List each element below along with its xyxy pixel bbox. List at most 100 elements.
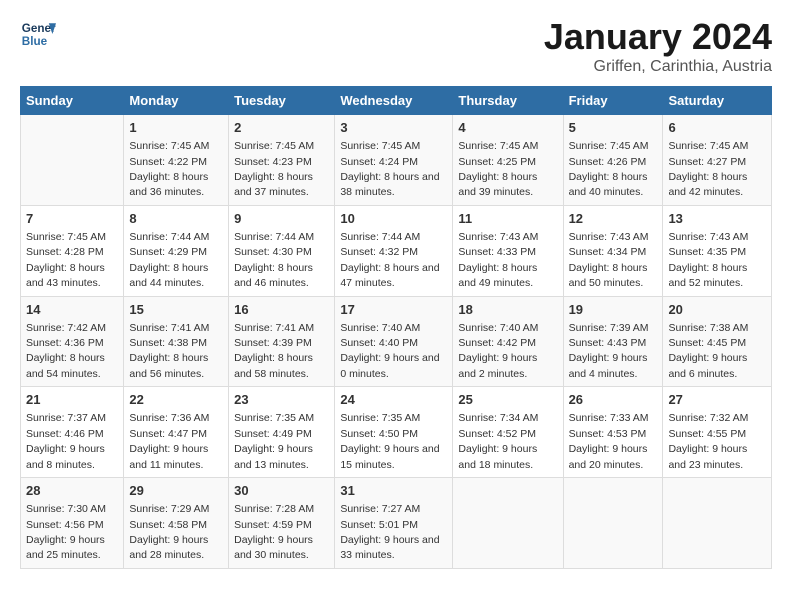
day-cell: 24 Sunrise: 7:35 AM Sunset: 4:50 PM Dayl… <box>335 387 453 478</box>
sunrise: Sunrise: 7:33 AM <box>569 412 649 424</box>
sunrise: Sunrise: 7:45 AM <box>668 140 748 152</box>
daylight: Daylight: 9 hours and 0 minutes. <box>340 352 439 379</box>
day-cell: 13 Sunrise: 7:43 AM Sunset: 4:35 PM Dayl… <box>663 205 772 296</box>
sunset: Sunset: 4:34 PM <box>569 246 647 258</box>
daylight: Daylight: 8 hours and 44 minutes. <box>129 262 208 289</box>
daylight: Daylight: 9 hours and 13 minutes. <box>234 443 313 470</box>
sunrise: Sunrise: 7:43 AM <box>458 231 538 243</box>
day-cell: 20 Sunrise: 7:38 AM Sunset: 4:45 PM Dayl… <box>663 296 772 387</box>
day-number: 10 <box>340 210 447 228</box>
day-number: 8 <box>129 210 223 228</box>
week-row-4: 21 Sunrise: 7:37 AM Sunset: 4:46 PM Dayl… <box>21 387 772 478</box>
daylight: Daylight: 9 hours and 20 minutes. <box>569 443 648 470</box>
day-cell: 7 Sunrise: 7:45 AM Sunset: 4:28 PM Dayli… <box>21 205 124 296</box>
day-number: 11 <box>458 210 557 228</box>
header-row: Sunday Monday Tuesday Wednesday Thursday… <box>21 87 772 115</box>
day-cell: 10 Sunrise: 7:44 AM Sunset: 4:32 PM Dayl… <box>335 205 453 296</box>
sunset: Sunset: 4:33 PM <box>458 246 536 258</box>
subtitle: Griffen, Carinthia, Austria <box>544 58 772 76</box>
sunset: Sunset: 4:36 PM <box>26 337 104 349</box>
day-number: 3 <box>340 119 447 137</box>
col-saturday: Saturday <box>663 87 772 115</box>
week-row-3: 14 Sunrise: 7:42 AM Sunset: 4:36 PM Dayl… <box>21 296 772 387</box>
sunset: Sunset: 4:24 PM <box>340 156 418 168</box>
daylight: Daylight: 8 hours and 54 minutes. <box>26 352 105 379</box>
main-title: January 2024 <box>544 16 772 58</box>
sunset: Sunset: 4:38 PM <box>129 337 207 349</box>
daylight: Daylight: 9 hours and 28 minutes. <box>129 534 208 561</box>
day-cell: 28 Sunrise: 7:30 AM Sunset: 4:56 PM Dayl… <box>21 478 124 569</box>
sunset: Sunset: 4:50 PM <box>340 428 418 440</box>
day-cell: 22 Sunrise: 7:36 AM Sunset: 4:47 PM Dayl… <box>124 387 229 478</box>
sunrise: Sunrise: 7:34 AM <box>458 412 538 424</box>
sunset: Sunset: 4:30 PM <box>234 246 312 258</box>
day-number: 6 <box>668 119 766 137</box>
day-number: 29 <box>129 482 223 500</box>
sunset: Sunset: 4:47 PM <box>129 428 207 440</box>
sunrise: Sunrise: 7:39 AM <box>569 322 649 334</box>
daylight: Daylight: 9 hours and 2 minutes. <box>458 352 537 379</box>
sunset: Sunset: 4:43 PM <box>569 337 647 349</box>
col-tuesday: Tuesday <box>229 87 335 115</box>
logo: General Blue <box>20 16 56 52</box>
sunset: Sunset: 4:55 PM <box>668 428 746 440</box>
sunrise: Sunrise: 7:44 AM <box>340 231 420 243</box>
day-cell: 23 Sunrise: 7:35 AM Sunset: 4:49 PM Dayl… <box>229 387 335 478</box>
day-cell: 16 Sunrise: 7:41 AM Sunset: 4:39 PM Dayl… <box>229 296 335 387</box>
daylight: Daylight: 9 hours and 23 minutes. <box>668 443 747 470</box>
header: General Blue January 2024 Griffen, Carin… <box>20 16 772 76</box>
sunrise: Sunrise: 7:29 AM <box>129 503 209 515</box>
day-cell <box>563 478 663 569</box>
day-cell: 19 Sunrise: 7:39 AM Sunset: 4:43 PM Dayl… <box>563 296 663 387</box>
sunrise: Sunrise: 7:41 AM <box>234 322 314 334</box>
sunrise: Sunrise: 7:32 AM <box>668 412 748 424</box>
day-cell: 1 Sunrise: 7:45 AM Sunset: 4:22 PM Dayli… <box>124 115 229 206</box>
day-cell: 30 Sunrise: 7:28 AM Sunset: 4:59 PM Dayl… <box>229 478 335 569</box>
day-cell: 3 Sunrise: 7:45 AM Sunset: 4:24 PM Dayli… <box>335 115 453 206</box>
col-thursday: Thursday <box>453 87 563 115</box>
sunset: Sunset: 4:59 PM <box>234 519 312 531</box>
logo-icon: General Blue <box>20 16 56 52</box>
day-number: 9 <box>234 210 329 228</box>
sunrise: Sunrise: 7:40 AM <box>340 322 420 334</box>
day-cell: 25 Sunrise: 7:34 AM Sunset: 4:52 PM Dayl… <box>453 387 563 478</box>
daylight: Daylight: 9 hours and 15 minutes. <box>340 443 439 470</box>
day-cell: 17 Sunrise: 7:40 AM Sunset: 4:40 PM Dayl… <box>335 296 453 387</box>
day-cell: 27 Sunrise: 7:32 AM Sunset: 4:55 PM Dayl… <box>663 387 772 478</box>
day-number: 30 <box>234 482 329 500</box>
day-cell: 29 Sunrise: 7:29 AM Sunset: 4:58 PM Dayl… <box>124 478 229 569</box>
sunrise: Sunrise: 7:40 AM <box>458 322 538 334</box>
daylight: Daylight: 8 hours and 38 minutes. <box>340 171 439 198</box>
sunrise: Sunrise: 7:41 AM <box>129 322 209 334</box>
day-number: 27 <box>668 391 766 409</box>
day-cell: 11 Sunrise: 7:43 AM Sunset: 4:33 PM Dayl… <box>453 205 563 296</box>
day-cell: 15 Sunrise: 7:41 AM Sunset: 4:38 PM Dayl… <box>124 296 229 387</box>
day-cell: 9 Sunrise: 7:44 AM Sunset: 4:30 PM Dayli… <box>229 205 335 296</box>
daylight: Daylight: 9 hours and 30 minutes. <box>234 534 313 561</box>
day-cell: 26 Sunrise: 7:33 AM Sunset: 4:53 PM Dayl… <box>563 387 663 478</box>
daylight: Daylight: 8 hours and 36 minutes. <box>129 171 208 198</box>
daylight: Daylight: 9 hours and 18 minutes. <box>458 443 537 470</box>
day-cell <box>21 115 124 206</box>
day-number: 26 <box>569 391 658 409</box>
sunset: Sunset: 4:22 PM <box>129 156 207 168</box>
day-number: 22 <box>129 391 223 409</box>
day-number: 13 <box>668 210 766 228</box>
sunrise: Sunrise: 7:28 AM <box>234 503 314 515</box>
sunset: Sunset: 5:01 PM <box>340 519 418 531</box>
day-cell: 31 Sunrise: 7:27 AM Sunset: 5:01 PM Dayl… <box>335 478 453 569</box>
sunset: Sunset: 4:39 PM <box>234 337 312 349</box>
day-number: 23 <box>234 391 329 409</box>
col-monday: Monday <box>124 87 229 115</box>
sunset: Sunset: 4:46 PM <box>26 428 104 440</box>
daylight: Daylight: 9 hours and 8 minutes. <box>26 443 105 470</box>
sunset: Sunset: 4:25 PM <box>458 156 536 168</box>
daylight: Daylight: 9 hours and 4 minutes. <box>569 352 648 379</box>
sunset: Sunset: 4:49 PM <box>234 428 312 440</box>
sunset: Sunset: 4:53 PM <box>569 428 647 440</box>
daylight: Daylight: 8 hours and 50 minutes. <box>569 262 648 289</box>
day-cell: 18 Sunrise: 7:40 AM Sunset: 4:42 PM Dayl… <box>453 296 563 387</box>
daylight: Daylight: 8 hours and 43 minutes. <box>26 262 105 289</box>
daylight: Daylight: 8 hours and 40 minutes. <box>569 171 648 198</box>
day-cell: 4 Sunrise: 7:45 AM Sunset: 4:25 PM Dayli… <box>453 115 563 206</box>
